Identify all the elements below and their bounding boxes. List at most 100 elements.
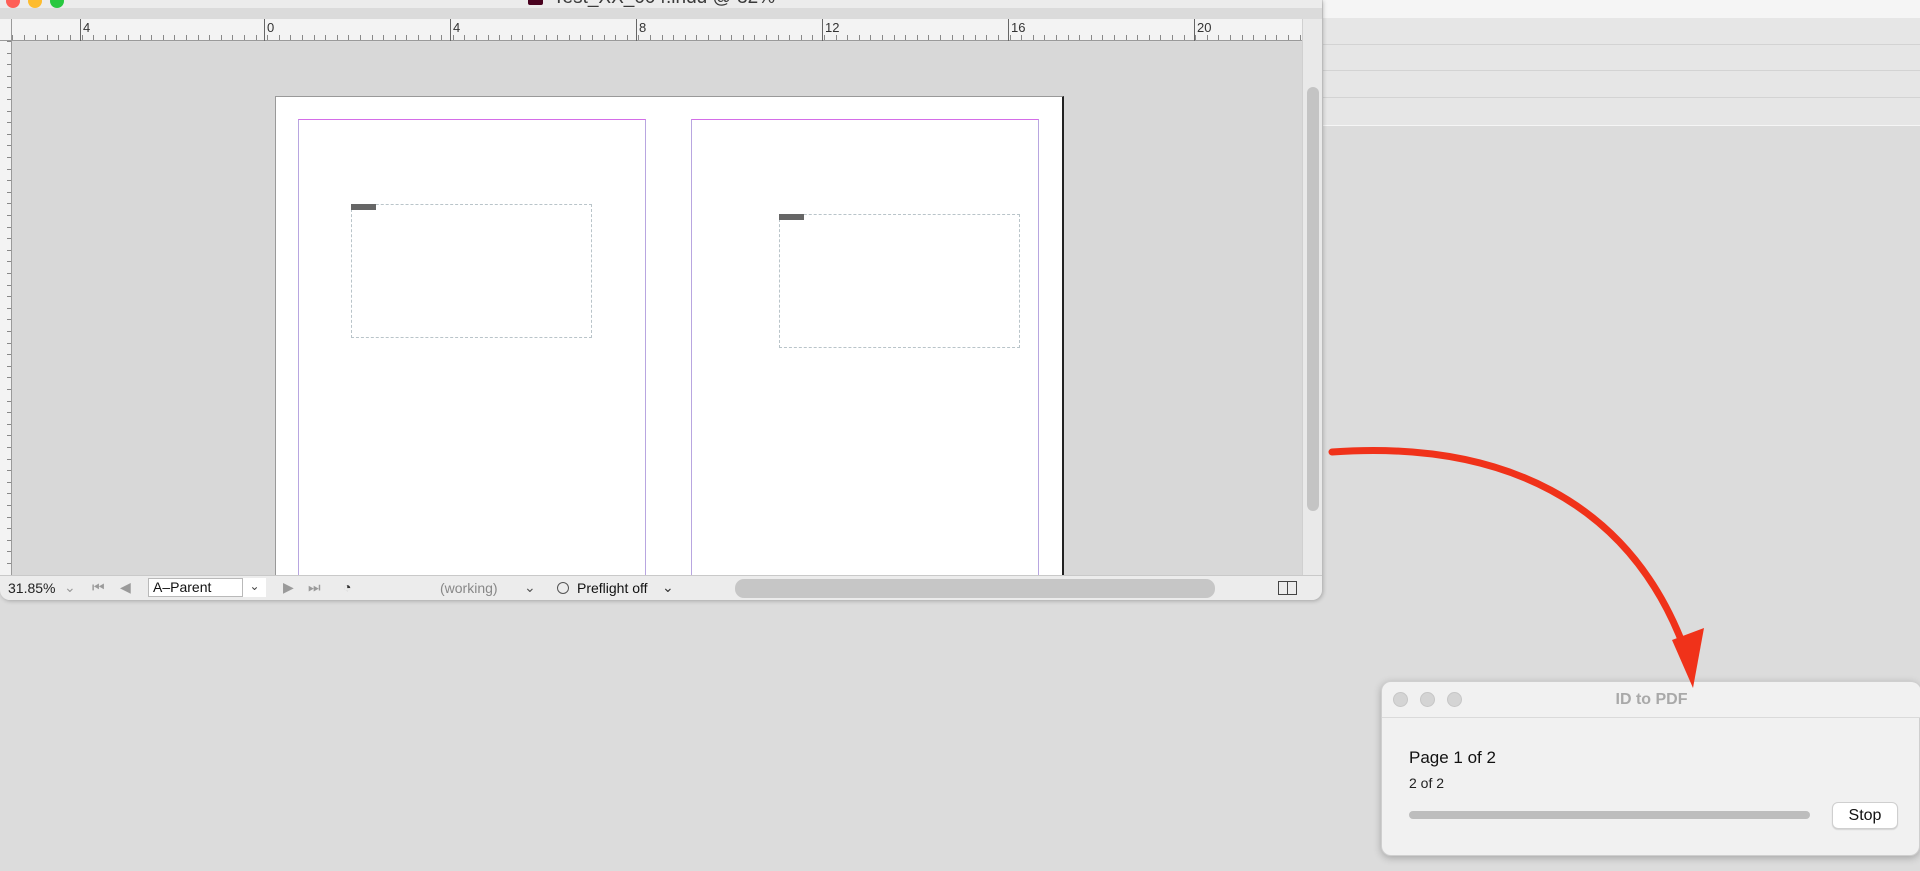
text-frame[interactable]	[351, 204, 592, 338]
page-layout-icon[interactable]	[1278, 581, 1297, 595]
ruler-label: 8	[639, 20, 647, 35]
ruler-vertical-tick	[7, 133, 11, 135]
id-to-pdf-dialog: ID to PDF Page 1 of 2 2 of 2 Stop	[1381, 681, 1920, 856]
pasteboard[interactable]	[12, 42, 1302, 600]
page-tool-icon[interactable]: ◔	[343, 579, 351, 595]
ruler-major-tick	[636, 19, 637, 41]
ruler-vertical-tick	[7, 307, 11, 309]
ruler-vertical-tick	[7, 75, 11, 77]
vertical-scrollbar[interactable]	[1302, 19, 1322, 575]
ruler-minor-tick	[104, 35, 106, 40]
chevron-down-icon[interactable]: ⌄	[524, 579, 536, 596]
ruler-vertical-tick	[7, 412, 11, 414]
ruler-minor-tick	[986, 35, 988, 40]
ruler-label: 4	[83, 20, 91, 35]
chevron-down-icon[interactable]: ⌄	[64, 579, 76, 596]
ruler-vertical-tick	[7, 226, 11, 228]
ruler-minor-tick	[615, 35, 617, 40]
ruler-minor-tick	[580, 35, 582, 40]
ruler-origin[interactable]	[0, 19, 12, 41]
previous-page-icon[interactable]: ◀	[120, 579, 131, 596]
ruler-minor-tick	[70, 35, 71, 40]
ruler-minor-tick	[951, 35, 953, 40]
ruler-minor-tick	[278, 35, 280, 40]
text-frame[interactable]	[779, 214, 1020, 348]
ruler-minor-tick	[464, 35, 466, 40]
ruler-vertical-tick	[7, 273, 11, 274]
ruler-minor-tick	[255, 35, 257, 40]
ruler-vertical-tick	[7, 435, 11, 437]
ruler-minor-tick	[696, 35, 698, 40]
ruler-label: 12	[825, 20, 840, 35]
ruler-minor-tick	[522, 35, 524, 40]
maximize-window-button[interactable]	[50, 0, 64, 8]
ruler-vertical-tick	[7, 481, 11, 483]
ruler-minor-tick	[244, 35, 245, 40]
ruler-minor-tick	[847, 35, 849, 40]
ruler-vertical-tick	[7, 296, 11, 298]
minimize-window-button[interactable]	[28, 0, 42, 8]
ruler-minor-tick	[23, 35, 25, 40]
ruler-minor-tick	[1172, 35, 1173, 40]
ruler-vertical-tick	[7, 87, 11, 89]
vertical-scroll-thumb[interactable]	[1307, 87, 1319, 511]
annotation-arrow-line	[1328, 447, 1689, 654]
preflight-status[interactable]: Preflight off	[577, 580, 648, 596]
ruler-minor-tick	[360, 35, 361, 40]
ruler-minor-tick	[232, 35, 234, 40]
ruler-minor-tick	[383, 35, 385, 40]
next-page-icon[interactable]: ▶	[283, 579, 294, 596]
page-dropdown-button[interactable]: ⌄	[242, 578, 266, 597]
page-right[interactable]	[669, 96, 1064, 600]
ruler-minor-tick	[1299, 35, 1301, 40]
ruler-minor-tick	[789, 35, 791, 40]
ruler-minor-tick	[626, 35, 628, 40]
stop-button[interactable]: Stop	[1832, 802, 1898, 829]
chevron-down-icon[interactable]: ⌄	[662, 579, 674, 596]
background-panel	[1323, 0, 1920, 126]
ruler-minor-tick	[1044, 35, 1046, 40]
ruler-minor-tick	[673, 35, 675, 40]
close-window-button[interactable]	[6, 0, 20, 8]
ruler-label: 4	[453, 20, 461, 35]
page-left[interactable]	[275, 96, 670, 600]
ruler-minor-tick	[568, 35, 570, 40]
ruler-vertical-tick	[7, 52, 11, 54]
ruler-vertical-tick	[7, 505, 11, 506]
zoom-level[interactable]: 31.85%	[8, 580, 55, 596]
ruler-minor-tick	[1032, 35, 1034, 40]
ruler-minor-tick	[452, 35, 454, 40]
ruler-minor-tick	[93, 35, 95, 40]
ruler-minor-tick	[429, 35, 431, 40]
horizontal-ruler[interactable]: 4 0 4 8 12 16 20	[12, 19, 1302, 41]
ruler-minor-tick	[998, 35, 999, 40]
preflight-status-icon[interactable]	[557, 582, 569, 594]
progress-bar	[1409, 811, 1810, 819]
ruler-vertical-tick	[7, 180, 11, 182]
ruler-minor-tick	[220, 35, 222, 40]
ruler-minor-tick	[1148, 35, 1150, 40]
ruler-minor-tick	[1079, 35, 1081, 40]
ruler-minor-tick	[1114, 35, 1115, 40]
ruler-minor-tick	[128, 35, 129, 40]
ruler-minor-tick	[1206, 35, 1208, 40]
ruler-minor-tick	[302, 35, 303, 40]
ruler-minor-tick	[1067, 35, 1069, 40]
horizontal-scroll-thumb[interactable]	[735, 579, 1215, 598]
annotation-arrow-head	[1672, 628, 1704, 688]
ruler-minor-tick	[162, 35, 164, 40]
first-page-icon[interactable]: ⏮	[92, 579, 105, 596]
frame-handle[interactable]	[779, 214, 804, 220]
ruler-vertical-tick	[7, 342, 11, 344]
chevron-down-icon: ⌄	[249, 579, 260, 593]
indesign-document-icon	[528, 0, 543, 5]
panel-divider	[1323, 70, 1920, 71]
vertical-ruler[interactable]	[0, 41, 12, 576]
ruler-minor-tick	[940, 35, 941, 40]
ruler-minor-tick	[406, 35, 408, 40]
ruler-minor-tick	[858, 35, 860, 40]
last-page-icon[interactable]: ⏭	[308, 579, 321, 596]
ruler-minor-tick	[81, 35, 83, 40]
progress-substatus: 2 of 2	[1409, 775, 1445, 791]
frame-handle[interactable]	[351, 204, 376, 210]
